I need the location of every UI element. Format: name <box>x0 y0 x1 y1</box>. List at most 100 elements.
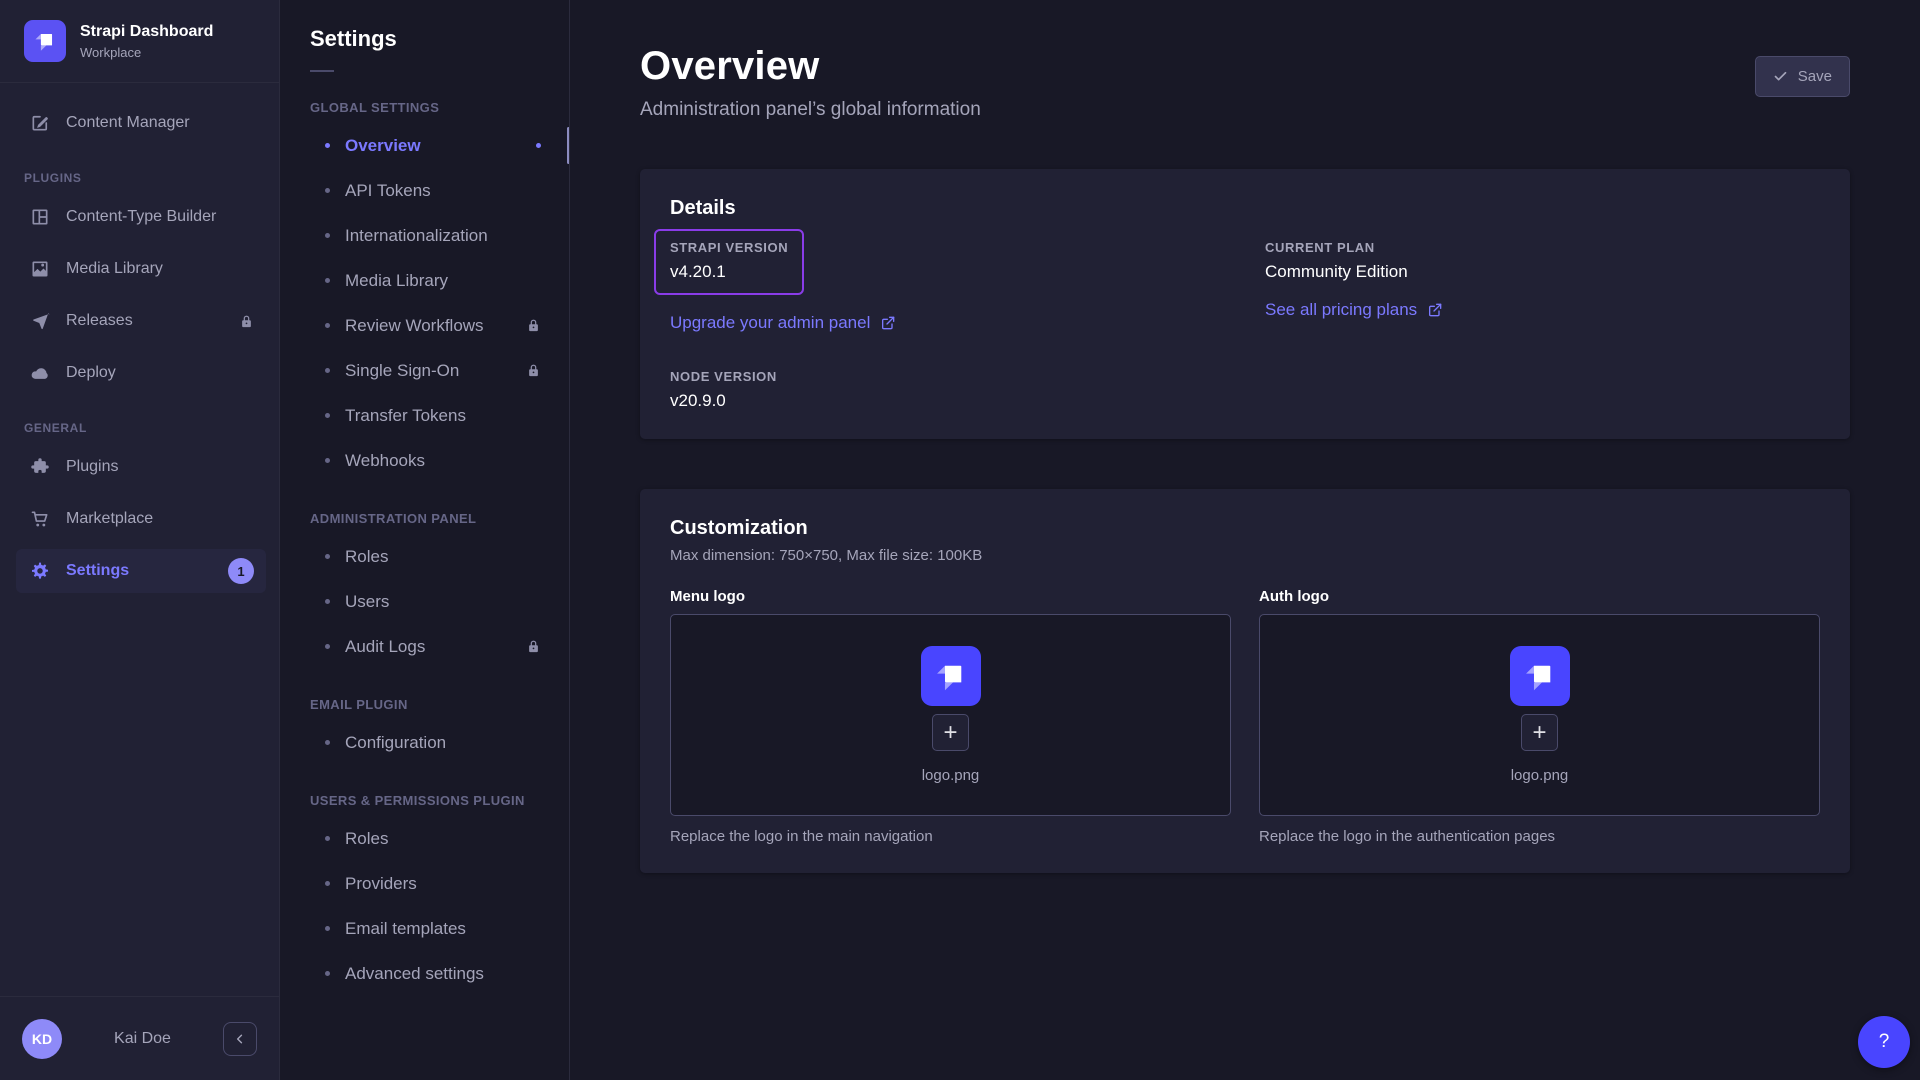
strapi-logo-preview <box>1510 646 1570 706</box>
subnav-item-transfer-tokens[interactable]: Transfer Tokens <box>280 393 569 438</box>
pen-icon <box>30 113 50 133</box>
subnav-item-internationalization[interactable]: Internationalization <box>280 213 569 258</box>
workspace-brand[interactable]: Strapi Dashboard Workplace <box>0 0 279 83</box>
strapi-version-value: v4.20.1 <box>670 262 788 282</box>
logo-upload-label: Menu logo <box>670 588 1231 605</box>
user-avatar[interactable]: KD <box>22 1019 62 1059</box>
help-button[interactable]: ? <box>1858 1016 1910 1068</box>
subnav-item-advanced-settings[interactable]: Advanced settings <box>280 951 569 996</box>
subnav-item-audit-logs[interactable]: Audit Logs <box>280 624 569 669</box>
strapi-logo-preview <box>921 646 981 706</box>
main-nav-items: Content Manager PLUGINS Content-Type Bui… <box>0 83 279 996</box>
subnav-item-label: Internationalization <box>345 226 541 246</box>
details-heading: Details <box>670 197 1820 220</box>
subnav-divider <box>310 70 334 72</box>
lock-icon <box>526 318 541 333</box>
customization-constraints: Max dimension: 750×750, Max file size: 1… <box>670 547 1820 564</box>
subnav-title: Settings <box>280 26 569 52</box>
subnav-section-label-users-permissions-plugin: USERS & PERMISSIONS PLUGIN <box>280 793 569 808</box>
sidebar-item-media-library[interactable]: Media Library <box>16 247 266 291</box>
sidebar-item-marketplace[interactable]: Marketplace <box>16 497 266 541</box>
check-icon <box>1773 69 1788 84</box>
subnav-item-label: Roles <box>345 547 541 567</box>
logo-dropzone[interactable]: + logo.png <box>670 614 1231 816</box>
active-dot-icon <box>536 143 541 148</box>
bullet-icon <box>325 599 330 604</box>
sidebar-item-content-type-builder[interactable]: Content-Type Builder <box>16 195 266 239</box>
bullet-icon <box>325 458 330 463</box>
subnav-item-label: Roles <box>345 829 541 849</box>
logo-upload-label: Auth logo <box>1259 588 1820 605</box>
sidebar-item-content-manager[interactable]: Content Manager <box>16 101 266 145</box>
add-logo-button[interactable]: + <box>932 714 969 751</box>
external-link-icon <box>1427 302 1443 318</box>
subnav-item-api-tokens[interactable]: API Tokens <box>280 168 569 213</box>
subnav-item-roles[interactable]: Roles <box>280 534 569 579</box>
bullet-icon <box>325 413 330 418</box>
nav-section-label-general: GENERAL <box>0 421 279 435</box>
page-subtitle: Administration panel’s global informatio… <box>640 99 981 121</box>
layout-icon <box>30 207 50 227</box>
workspace-subtitle: Workplace <box>80 45 213 60</box>
bullet-icon <box>325 881 330 886</box>
customization-card: Customization Max dimension: 750×750, Ma… <box>640 489 1850 873</box>
subnav-item-label: Transfer Tokens <box>345 406 541 426</box>
strapi-logo-icon <box>24 20 66 62</box>
sidebar-item-label: Content Manager <box>66 114 254 132</box>
sidebar-item-plugins[interactable]: Plugins <box>16 445 266 489</box>
bullet-icon <box>325 971 330 976</box>
subnav-item-configuration[interactable]: Configuration <box>280 720 569 765</box>
bullet-icon <box>325 188 330 193</box>
puzzle-icon <box>30 457 50 477</box>
node-version-value: v20.9.0 <box>670 391 1225 411</box>
collapse-sidebar-button[interactable] <box>223 1022 257 1056</box>
sidebar-item-deploy[interactable]: Deploy <box>16 351 266 395</box>
lock-icon <box>526 639 541 654</box>
bullet-icon <box>325 323 330 328</box>
details-left-column: STRAPI VERSION v4.20.1 Upgrade your admi… <box>670 240 1225 411</box>
node-version-label: NODE VERSION <box>670 369 1225 384</box>
add-logo-button[interactable]: + <box>1521 714 1558 751</box>
bullet-icon <box>325 368 330 373</box>
settings-subnav: Settings GLOBAL SETTINGS Overview API To… <box>280 0 570 1080</box>
subnav-item-label: Single Sign-On <box>345 361 526 381</box>
subnav-item-label: Media Library <box>345 271 541 291</box>
subnav-items: GLOBAL SETTINGS Overview API Tokens Inte… <box>280 100 569 996</box>
logo-upload-grid: Menu logo + logo.png Replace the logo in… <box>670 588 1820 845</box>
sidebar-item-label: Marketplace <box>66 510 254 528</box>
save-button-label: Save <box>1798 68 1832 85</box>
subnav-item-overview[interactable]: Overview <box>280 123 569 168</box>
logo-dropzone[interactable]: + logo.png <box>1259 614 1820 816</box>
subnav-item-users[interactable]: Users <box>280 579 569 624</box>
upgrade-admin-panel-link[interactable]: Upgrade your admin panel <box>670 313 896 333</box>
subnav-section-label-email-plugin: EMAIL PLUGIN <box>280 697 569 712</box>
subnav-item-single-sign-on[interactable]: Single Sign-On <box>280 348 569 393</box>
subnav-item-label: API Tokens <box>345 181 541 201</box>
subnav-item-roles[interactable]: Roles <box>280 816 569 861</box>
subnav-item-review-workflows[interactable]: Review Workflows <box>280 303 569 348</box>
save-button[interactable]: Save <box>1755 56 1850 97</box>
sidebar-item-label: Media Library <box>66 260 254 278</box>
subnav-item-media-library[interactable]: Media Library <box>280 258 569 303</box>
bullet-icon <box>325 554 330 559</box>
details-right-column: CURRENT PLAN Community Edition See all p… <box>1265 240 1820 411</box>
subnav-item-email-templates[interactable]: Email templates <box>280 906 569 951</box>
logo-filename: logo.png <box>1511 767 1569 784</box>
sidebar-footer: KD Kai Doe <box>0 996 279 1080</box>
bullet-icon <box>325 644 330 649</box>
sidebar-item-releases[interactable]: Releases <box>16 299 266 343</box>
bullet-icon <box>325 836 330 841</box>
sidebar-item-settings[interactable]: Settings 1 <box>16 549 266 593</box>
logo-caption: Replace the logo in the authentication p… <box>1259 828 1820 845</box>
sidebar-item-label: Content-Type Builder <box>66 208 254 226</box>
pricing-plans-link[interactable]: See all pricing plans <box>1265 300 1443 320</box>
subnav-item-webhooks[interactable]: Webhooks <box>280 438 569 483</box>
lock-icon <box>239 314 254 329</box>
current-plan-value: Community Edition <box>1265 262 1820 282</box>
gear-icon <box>30 561 50 581</box>
strapi-version-highlight: STRAPI VERSION v4.20.1 <box>654 229 804 295</box>
subnav-item-providers[interactable]: Providers <box>280 861 569 906</box>
cloud-icon <box>30 363 50 383</box>
external-link-icon <box>880 315 896 331</box>
picture-icon <box>30 259 50 279</box>
